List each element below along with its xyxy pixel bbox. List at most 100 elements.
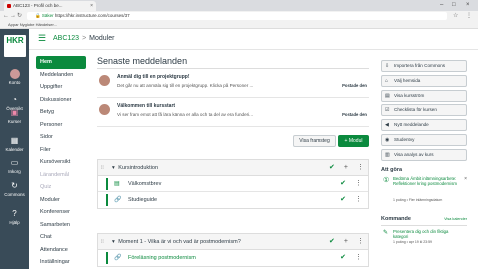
global-nav-label: Kalender — [5, 147, 24, 152]
published-icon[interactable]: ✔ — [329, 164, 335, 171]
announcements-title: Senaste meddelanden — [97, 56, 369, 69]
course-nav-item[interactable]: Chat — [36, 231, 86, 244]
button-label: Nytt meddelande — [394, 122, 429, 128]
back-icon[interactable]: ← — [3, 12, 9, 20]
announcement-body: Vi ser fram emot att få lära känna er al… — [117, 112, 254, 117]
add-module-button[interactable]: + Modul — [338, 135, 369, 147]
course-nav-item[interactable]: Samarbeten — [36, 219, 86, 232]
module-item[interactable]: ▤ Välkomstbrev ✔ ⋮ — [98, 176, 368, 192]
coming-up-item[interactable]: ✎ Presentera dig och din fiktiga kategor… — [381, 229, 467, 259]
browser-tab-title: ABC123 - Profil och be... — [13, 3, 63, 8]
window-close-icon[interactable]: × — [466, 0, 470, 10]
add-item-icon[interactable]: + — [344, 238, 348, 245]
global-nav-label: Hjälp — [9, 220, 20, 225]
menu-icon[interactable]: ⋮ — [466, 12, 472, 20]
button-label: Visa analys av kurs — [394, 151, 434, 157]
maximize-icon[interactable]: □ — [452, 0, 456, 10]
todo-item[interactable]: ① Bedöma Ämbit inlämningsarbete: Reflekt… — [381, 176, 467, 214]
avatar — [99, 75, 110, 86]
more-options-icon[interactable]: ⋮ — [357, 238, 364, 245]
import-commons-button[interactable]: ⇩ Importera från Commons — [381, 60, 467, 72]
announcement-body: Det går nu att anmäla sig till en projek… — [117, 83, 254, 88]
course-nav-item[interactable]: Personer — [36, 119, 86, 132]
view-progress-button[interactable]: Visa framsteg — [293, 135, 336, 147]
commons-icon: ↻ — [11, 181, 18, 190]
url-field[interactable]: 🔒 Säker https://hkr.instructure.com/cour… — [27, 12, 447, 20]
new-announcement-button[interactable]: ◀ Nytt meddelande — [381, 119, 467, 132]
course-nav-item[interactable]: Quiz — [36, 181, 86, 194]
module-header[interactable]: ⁞⁞ ▾ Kursintroduktion ✔ + ⋮ — [98, 160, 368, 176]
global-nav-label: Konto — [8, 80, 21, 85]
drag-handle-icon[interactable]: ⁞⁞ — [101, 160, 104, 176]
megaphone-icon: ◀ — [385, 122, 389, 129]
global-nav-help[interactable]: ? Hjälp — [0, 209, 29, 225]
published-icon[interactable]: ✔ — [340, 196, 346, 203]
global-nav-commons[interactable]: ↻ Commons — [0, 181, 29, 197]
announcement-title[interactable]: Anmäl dig till en projektgrupp! — [117, 74, 190, 80]
choose-home-button[interactable]: ⌂ Välj hemsida — [381, 74, 467, 87]
course-nav-item[interactable]: Filer — [36, 144, 86, 157]
course-nav-item[interactable]: Attendance — [36, 244, 86, 257]
course-nav-item[interactable]: Konferenser — [36, 206, 86, 219]
global-nav-courses[interactable]: ▣ Kurser — [0, 108, 29, 124]
global-nav-label: Commons — [4, 192, 25, 197]
announcement-title[interactable]: Välkommen till kursstart — [117, 103, 175, 109]
add-item-icon[interactable]: + — [344, 164, 348, 171]
course-nav-item[interactable]: Hem — [36, 56, 86, 69]
published-icon[interactable]: ✔ — [340, 254, 346, 261]
collapse-icon[interactable]: ▾ — [112, 239, 115, 245]
course-nav-item[interactable]: Inställningar — [36, 256, 86, 269]
course-header: ☰ ABC123 > Moduler — [29, 29, 478, 50]
course-nav-item[interactable]: Sidor — [36, 131, 86, 144]
button-label: Visa kursström — [394, 92, 425, 98]
dismiss-icon[interactable]: × — [464, 176, 467, 182]
todo-title[interactable]: Bedöma Ämbit inlämningsarbete: Reflektio… — [393, 176, 457, 186]
announcement-item[interactable]: Anmäl dig till en projektgrupp! Det går … — [97, 69, 369, 98]
event-title[interactable]: Presentera dig och din fiktiga kategori — [393, 229, 463, 239]
global-nav-calendar[interactable]: ▦ Kalender — [0, 136, 29, 152]
browser-tab[interactable]: ABC123 - Profil och be... × — [4, 1, 96, 11]
module-header[interactable]: ⁞⁞ ▾ Moment 1 - Vilka är vi och vad är p… — [98, 234, 368, 250]
module-item[interactable]: 🔗 Föreläsning postmodernism ✔ ⋮ — [98, 250, 368, 266]
collapse-icon[interactable]: ▾ — [112, 165, 115, 171]
announcement-status: Postade den — [342, 112, 367, 117]
more-options-icon[interactable]: ⋮ — [355, 254, 362, 261]
module-item-title[interactable]: Föreläsning postmodernism — [128, 255, 196, 261]
course-nav-item[interactable]: Meddelanden — [36, 69, 86, 82]
main-content: Senaste meddelanden Anmäl dig till en pr… — [97, 56, 369, 267]
reload-icon[interactable]: ↻ — [17, 12, 22, 20]
course-nav-item[interactable]: Moduler — [36, 194, 86, 207]
drag-handle-icon[interactable]: ⁞⁞ — [101, 234, 104, 250]
view-calendar-link[interactable]: Visa kalender — [444, 217, 467, 221]
course-nav-item[interactable]: Lärandemål — [36, 169, 86, 182]
bookmarks-bar[interactable]: Appar Nyglobe Händelser... — [0, 21, 478, 29]
global-nav-inbox[interactable]: ▭ Inkorg — [0, 158, 29, 174]
more-options-icon[interactable]: ⋮ — [355, 196, 362, 203]
checklist-button[interactable]: ☑ Checklista för kursen — [381, 104, 467, 117]
course-nav-item[interactable]: Diskussioner — [36, 94, 86, 107]
student-view-button[interactable]: ◉ Studentvy — [381, 133, 467, 146]
announcement-item[interactable]: Välkommen till kursstart Vi ser fram emo… — [97, 98, 369, 127]
course-nav-item[interactable]: Uppgifter — [36, 81, 86, 94]
hamburger-icon[interactable]: ☰ — [38, 34, 46, 43]
institution-logo[interactable]: HKR — [4, 35, 26, 57]
course-analytics-button[interactable]: ▥ Visa analys av kurs — [381, 148, 467, 161]
address-bar-row: ← → ↻ 🔒 Säker https://hkr.instructure.co… — [0, 11, 478, 21]
published-icon[interactable]: ✔ — [340, 180, 346, 187]
published-icon[interactable]: ✔ — [329, 238, 335, 245]
module-item-title[interactable]: Studieguide — [128, 197, 157, 203]
module-item-title[interactable]: Välkomstbrev — [128, 181, 161, 187]
minimize-icon[interactable]: – — [440, 0, 443, 10]
more-options-icon[interactable]: ⋮ — [357, 164, 364, 171]
star-icon[interactable]: ☆ — [453, 12, 458, 20]
close-tab-icon[interactable]: × — [90, 1, 93, 11]
more-options-icon[interactable]: ⋮ — [355, 180, 362, 187]
forward-icon[interactable]: → — [10, 12, 16, 20]
item-actions: ✔ ⋮ — [331, 176, 362, 192]
view-stream-button[interactable]: ▤ Visa kursström — [381, 89, 467, 102]
breadcrumb-course[interactable]: ABC123 — [53, 35, 79, 42]
module-item[interactable]: 🔗 Studieguide ✔ ⋮ — [98, 192, 368, 208]
course-nav-item[interactable]: Betyg — [36, 106, 86, 119]
course-nav-item[interactable]: Kursöversikt — [36, 156, 86, 169]
global-nav-account[interactable]: ​Konto — [0, 69, 29, 85]
